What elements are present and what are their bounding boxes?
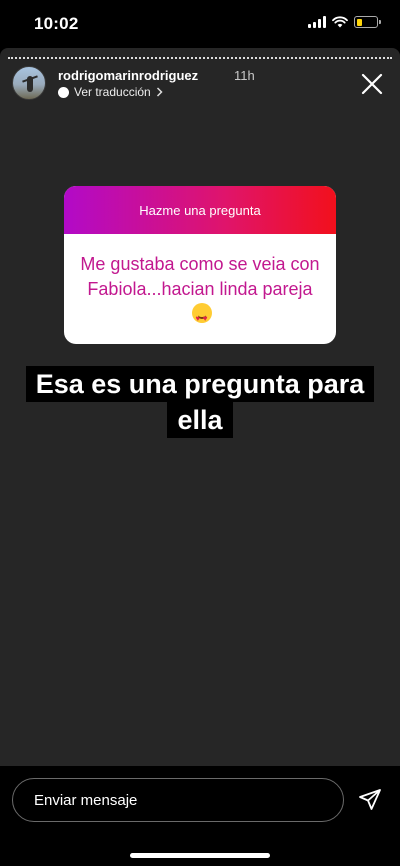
status-bar: 10:02 <box>0 0 400 48</box>
story-progress-bar <box>8 57 392 59</box>
question-text: Me gustaba como se veia con Fabiola...ha… <box>80 253 320 299</box>
story-caption: Esa es una pregunta para ella <box>0 366 400 438</box>
home-indicator <box>130 853 270 858</box>
heart-eyes-emoji-icon <box>191 302 212 331</box>
signal-icon <box>308 16 326 28</box>
story-header: rodrigomarinrodriguez 11h Ver traducción <box>12 66 392 102</box>
wifi-icon <box>332 16 348 28</box>
story-viewer[interactable]: rodrigomarinrodriguez 11h Ver traducción… <box>0 48 400 766</box>
status-icons <box>308 16 381 28</box>
reply-bar <box>0 766 400 866</box>
send-message-input[interactable] <box>12 778 344 822</box>
see-translation-link[interactable]: Ver traducción <box>58 85 163 99</box>
caption-line-1: Esa es una pregunta para <box>25 366 375 402</box>
status-time: 10:02 <box>34 14 79 33</box>
see-translation-label: Ver traducción <box>74 85 151 99</box>
avatar[interactable] <box>12 66 46 100</box>
battery-icon <box>354 16 381 28</box>
story-time-ago: 11h <box>234 68 255 83</box>
caption-line-2: ella <box>167 402 233 438</box>
send-icon[interactable] <box>358 787 382 811</box>
battery-level <box>356 18 363 26</box>
speech-bubble-icon <box>58 86 69 98</box>
close-icon[interactable] <box>360 72 384 96</box>
story-username[interactable]: rodrigomarinrodriguez <box>58 68 198 83</box>
question-sticker-header: Hazme una pregunta <box>64 186 336 234</box>
question-sticker[interactable]: Hazme una pregunta Me gustaba como se ve… <box>64 186 336 344</box>
question-sticker-body: Me gustaba como se veia con Fabiola...ha… <box>64 234 336 344</box>
chevron-right-icon <box>156 87 163 97</box>
